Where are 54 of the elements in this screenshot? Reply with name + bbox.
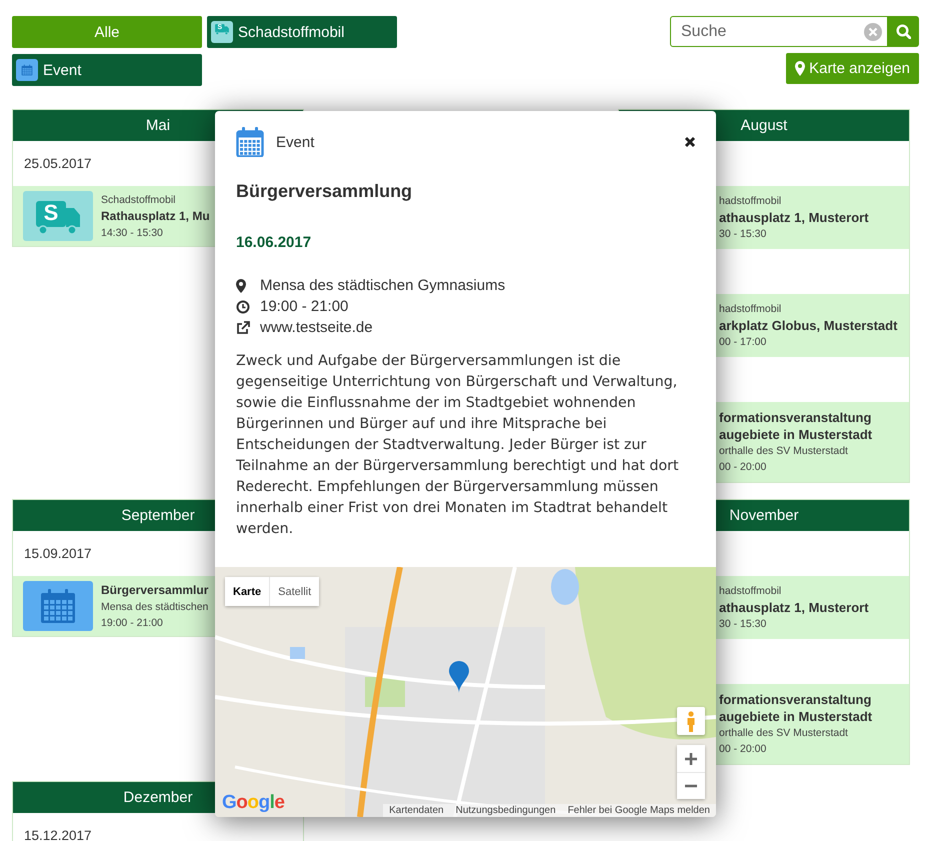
event-time: 14:30 - 15:30 [101, 226, 163, 240]
filter-button[interactable]: Event [12, 54, 202, 86]
website-link[interactable]: www.testseite.de [260, 319, 373, 336]
map-logo: Google [222, 792, 284, 814]
external-link-icon [236, 320, 250, 334]
search-field[interactable]: Suche [670, 16, 888, 47]
event-time: 19:00 - 21:00 [260, 298, 348, 315]
calendar-icon [236, 127, 264, 157]
search-icon [896, 24, 911, 39]
calendar-icon [23, 581, 93, 631]
date-label: 25.05.2017 [24, 156, 92, 171]
map-type-button[interactable]: Satellit [269, 577, 320, 606]
event-time: 30 - 15:30 [719, 227, 766, 242]
event-title: athausplatz 1, Musterort [719, 599, 869, 616]
date-label: 15.12.2017 [24, 828, 92, 841]
event-category: hadstoffmobil [719, 302, 782, 317]
event-category: Schadstoffmobil [101, 192, 176, 208]
event-title: Bürgerversammlur [101, 582, 208, 598]
clock-icon [236, 300, 250, 314]
person-icon [686, 710, 696, 732]
event-title: formationsveranstaltung augebiete in Musterstadt [719, 691, 874, 725]
plus-icon [685, 752, 697, 764]
truck-letter: S [42, 200, 60, 226]
event-title: athausplatz 1, Musterort [719, 209, 869, 226]
close-icon [684, 136, 696, 148]
map-marker-icon [449, 661, 469, 693]
date-label: 15.09.2017 [24, 546, 92, 561]
event-category: hadstoffmobil [719, 584, 782, 599]
search-button[interactable] [888, 16, 919, 47]
event-title: formationsveranstaltung augebiete in Musterstadt [719, 409, 874, 443]
clear-icon [864, 23, 882, 41]
zoom-out-button[interactable] [677, 772, 705, 799]
map-footer-link[interactable]: Fehler bei Google Maps melden [568, 805, 710, 816]
event-time: 30 - 15:30 [719, 617, 766, 632]
calendar-icon [16, 59, 38, 81]
map-type-button[interactable]: Karte [225, 577, 270, 606]
zoom-in-button[interactable] [677, 745, 705, 772]
event-time: 00 - 20:00 [719, 460, 766, 475]
event-time: 00 - 17:00 [719, 335, 766, 350]
event-category: hadstoffmobil [719, 194, 782, 209]
event-time: 19:00 - 21:00 [101, 616, 163, 630]
event-location: Mensa des städtischen [101, 600, 208, 614]
map-footer-link[interactable]: Kartendaten [389, 805, 444, 816]
event-title: Rathausplatz 1, Mu [101, 208, 210, 224]
event-location: Mensa des städtischen Gymnasiums [260, 277, 506, 294]
pin-icon [795, 61, 806, 76]
truck-icon [23, 191, 93, 241]
event-time: 00 - 20:00 [719, 742, 766, 757]
close-button[interactable] [684, 136, 696, 148]
event-title: arkplatz Globus, Musterstadt [719, 317, 898, 334]
truck-icon [211, 21, 233, 43]
event-location: orthalle des SV Musterstadt [719, 726, 848, 741]
map-footer-link[interactable]: Nutzungsbedingungen [456, 805, 556, 816]
event-location: orthalle des SV Musterstadt [719, 444, 848, 459]
